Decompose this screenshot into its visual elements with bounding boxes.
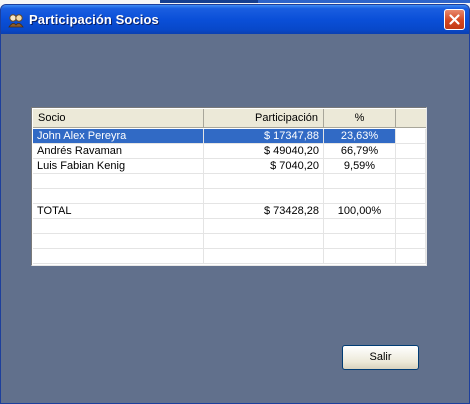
cell-porcentaje[interactable] (324, 189, 396, 204)
cell-participacion[interactable] (204, 249, 324, 264)
cell-filler[interactable] (396, 234, 426, 249)
column-header-porcentaje[interactable]: % (324, 109, 396, 128)
cell-porcentaje[interactable]: 9,59% (324, 159, 396, 174)
cell-socio[interactable] (33, 219, 204, 234)
cell-filler[interactable] (396, 189, 426, 204)
table-row[interactable] (33, 219, 426, 234)
socios-grid[interactable]: Socio Participación % John Alex Pereyra $… (31, 107, 427, 266)
close-button[interactable] (444, 9, 465, 30)
cell-filler[interactable] (396, 249, 426, 264)
window-title: Participación Socios (29, 12, 159, 27)
cell-participacion[interactable]: $ 17347,88 (204, 129, 324, 144)
table-row[interactable]: John Alex Pereyra $ 17347,88 23,63% (33, 129, 426, 144)
cell-participacion[interactable] (204, 189, 324, 204)
column-header-socio[interactable]: Socio (33, 109, 204, 128)
cell-filler[interactable] (396, 159, 426, 174)
cell-porcentaje[interactable]: 100,00% (324, 204, 396, 219)
cell-socio[interactable] (33, 174, 204, 189)
table-row[interactable] (33, 174, 426, 189)
table-row[interactable]: Andrés Ravaman $ 49040,20 66,79% (33, 144, 426, 159)
cell-filler[interactable] (396, 144, 426, 159)
cell-socio[interactable] (33, 249, 204, 264)
cell-socio[interactable]: Luis Fabian Kenig (33, 159, 204, 174)
taskbar-strip (160, 0, 258, 3)
app-icon[interactable] (7, 11, 25, 29)
cell-filler[interactable] (396, 129, 426, 144)
cell-filler[interactable] (396, 219, 426, 234)
column-header-participacion[interactable]: Participación (204, 109, 324, 128)
participacion-window: Participación Socios Socio Participación… (0, 4, 470, 404)
cell-socio[interactable]: TOTAL (33, 204, 204, 219)
cell-socio[interactable]: Andrés Ravaman (33, 144, 204, 159)
cell-filler[interactable] (396, 204, 426, 219)
close-icon (449, 14, 460, 25)
cell-participacion[interactable] (204, 174, 324, 189)
cell-filler[interactable] (396, 174, 426, 189)
cell-porcentaje[interactable] (324, 174, 396, 189)
cell-participacion[interactable] (204, 219, 324, 234)
cell-porcentaje[interactable] (324, 234, 396, 249)
table-row[interactable]: TOTAL $ 73428,28 100,00% (33, 204, 426, 219)
cell-participacion[interactable]: $ 7040,20 (204, 159, 324, 174)
cell-porcentaje[interactable] (324, 219, 396, 234)
cell-porcentaje[interactable]: 66,79% (324, 144, 396, 159)
cell-porcentaje[interactable] (324, 249, 396, 264)
taskbar-strip (258, 0, 470, 3)
table-row[interactable] (33, 189, 426, 204)
cell-porcentaje[interactable]: 23,63% (324, 129, 396, 144)
cell-socio[interactable]: John Alex Pereyra (33, 129, 204, 144)
cell-participacion[interactable] (204, 234, 324, 249)
cell-participacion[interactable]: $ 73428,28 (204, 204, 324, 219)
column-header-filler (396, 109, 426, 128)
cell-participacion[interactable]: $ 49040,20 (204, 144, 324, 159)
cell-socio[interactable] (33, 234, 204, 249)
table-row[interactable] (33, 234, 426, 249)
title-bar[interactable]: Participación Socios (1, 5, 469, 34)
cell-socio[interactable] (33, 189, 204, 204)
table-row[interactable] (33, 249, 426, 264)
table-row[interactable]: Luis Fabian Kenig $ 7040,20 9,59% (33, 159, 426, 174)
salir-button[interactable]: Salir (342, 345, 419, 370)
